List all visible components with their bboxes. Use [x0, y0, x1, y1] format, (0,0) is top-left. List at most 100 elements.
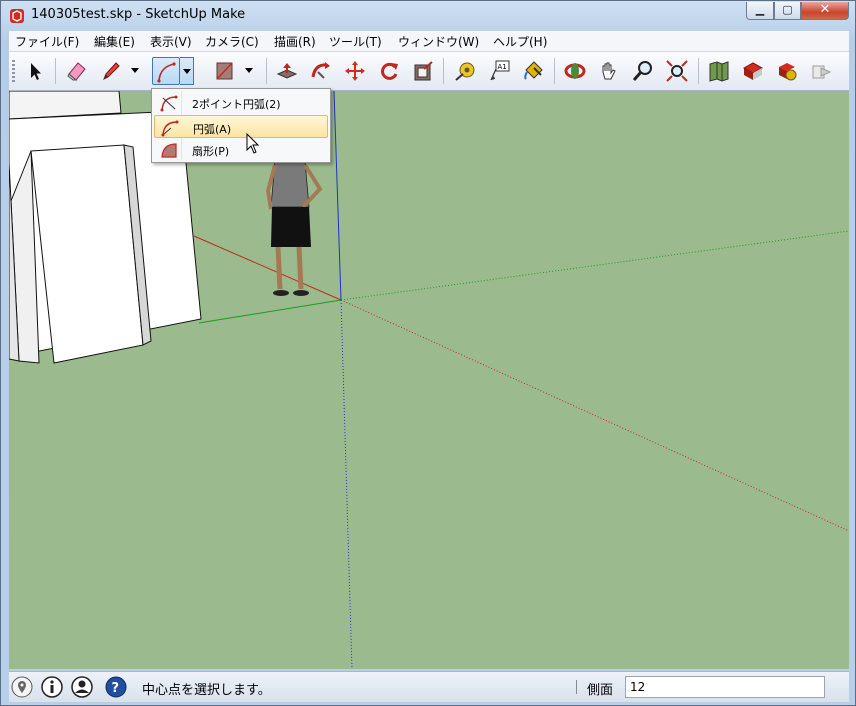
geo-location-button[interactable] [11, 676, 33, 698]
menu-help[interactable]: ヘルプ(H) [493, 33, 547, 50]
pencil-line-icon [103, 62, 120, 81]
svg-text:?: ? [112, 681, 120, 696]
rotate-icon [381, 62, 398, 80]
red-axis-negative [340, 299, 849, 532]
status-separator [576, 680, 577, 694]
sketchup-app-icon [10, 9, 24, 23]
minimize-button[interactable]: ▁ [746, 2, 774, 20]
menu-bar: ファイル(F) 編集(E) 表示(V) カメラ(C) 描画(R) ツール(T) … [9, 31, 849, 52]
menu-item-label: 円弧(A) [193, 123, 232, 136]
toolbar-separator [698, 58, 699, 84]
orbit-tool-button[interactable] [561, 57, 589, 85]
rectangle-tool-dropdown[interactable] [242, 57, 256, 85]
select-icon [31, 63, 41, 80]
menu-tools[interactable]: ツール(T) [329, 33, 382, 50]
menu-item-two-point-arc[interactable]: 2ポイント円弧(2) [154, 91, 328, 114]
measurements-input[interactable]: 12 [625, 676, 825, 698]
maximize-button[interactable]: ▢ [774, 2, 801, 20]
arc-icon [161, 120, 179, 137]
select-tool-button[interactable] [21, 57, 49, 85]
menu-edit[interactable]: 編集(E) [94, 33, 135, 50]
layout-send-button[interactable] [807, 57, 835, 85]
3d-viewport[interactable] [9, 91, 849, 669]
line-tool-dropdown[interactable] [128, 57, 142, 85]
green-axis-negative [340, 230, 849, 301]
info-icon [41, 676, 63, 698]
push-pull-icon [276, 63, 298, 79]
offset-icon [414, 61, 433, 81]
text-tool-button[interactable]: A1 [485, 57, 513, 85]
arc-tool-dropdown[interactable] [180, 57, 194, 85]
chevron-down-icon [183, 69, 191, 74]
arc-tool-menu: 2ポイント円弧(2) 円弧(A) 扇形(P) [151, 88, 331, 163]
menu-window[interactable]: ウィンドウ(W) [398, 33, 479, 50]
blue-axis-negative [340, 299, 353, 669]
line-tool-button[interactable] [97, 57, 125, 85]
menu-camera[interactable]: カメラ(C) [205, 33, 259, 50]
paint-bucket-icon [524, 61, 543, 80]
scene-canvas [9, 91, 849, 669]
push-pull-tool-button[interactable] [273, 57, 301, 85]
toolbar-grip[interactable] [12, 60, 15, 82]
toolbar-separator [266, 58, 267, 84]
follow-me-icon [311, 62, 330, 79]
zoom-extents-tool-button[interactable] [663, 57, 691, 85]
credits-button[interactable] [41, 676, 63, 698]
arc-tool-button[interactable] [152, 57, 180, 85]
blue-axis [333, 91, 342, 301]
menu-draw[interactable]: 描画(R) [274, 33, 316, 50]
chevron-down-icon [245, 68, 253, 73]
share-model-icon [779, 63, 797, 81]
menu-item-arc[interactable]: 円弧(A) [154, 115, 328, 138]
layout-send-icon [812, 65, 832, 79]
orbit-icon [564, 63, 586, 79]
text-icon: A1 [490, 60, 510, 81]
offset-tool-button[interactable] [409, 57, 437, 85]
toolbar-separator [554, 58, 555, 84]
zoom-icon [632, 61, 652, 81]
paint-bucket-tool-button[interactable] [519, 57, 547, 85]
title-bar: 140305test.skp - SketchUp Make ▁ ▢ ✕ [1, 1, 855, 31]
follow-me-tool-button[interactable] [307, 57, 335, 85]
move-tool-button[interactable] [341, 57, 369, 85]
status-hint: 中心点を選択します。 [142, 683, 271, 698]
sketchup-window: 140305test.skp - SketchUp Make ▁ ▢ ✕ ファイ… [0, 0, 856, 706]
green-axis [198, 299, 342, 324]
zoom-extents-icon [666, 60, 688, 82]
zoom-tool-button[interactable] [629, 57, 657, 85]
mouse-cursor-icon [246, 133, 260, 154]
pan-icon [602, 62, 616, 80]
red-axis [193, 235, 342, 301]
large-toolset-toolbar: A1 [9, 52, 849, 91]
window-title: 140305test.skp - SketchUp Make [31, 7, 246, 22]
eraser-tool-button[interactable] [63, 57, 91, 85]
rectangle-icon [216, 62, 233, 80]
tape-measure-icon [455, 62, 475, 81]
toolbar-separator [443, 58, 444, 84]
menu-item-pie[interactable]: 扇形(P) [154, 138, 328, 161]
pan-tool-button[interactable] [595, 57, 623, 85]
status-bar: ? 中心点を選択します。 側面 12 [9, 671, 849, 702]
menu-file[interactable]: ファイル(F) [15, 33, 79, 50]
two-point-arc-icon [160, 95, 178, 112]
chevron-down-icon [131, 68, 139, 73]
tape-measure-tool-button[interactable] [451, 57, 479, 85]
text-tool-label: A1 [498, 63, 507, 71]
3d-warehouse-button[interactable] [705, 57, 733, 85]
sign-in-button[interactable] [71, 676, 93, 698]
geo-location-icon [11, 676, 33, 698]
menu-item-label: 2ポイント円弧(2) [192, 98, 281, 111]
rectangle-tool-button[interactable] [210, 57, 238, 85]
extension-warehouse-button[interactable] [739, 57, 767, 85]
share-model-button[interactable] [773, 57, 801, 85]
measurements-label: 側面 [587, 683, 614, 698]
toolbar-separator [55, 58, 56, 84]
3d-warehouse-icon [709, 61, 729, 82]
close-button[interactable]: ✕ [801, 2, 849, 20]
pie-icon [161, 143, 177, 158]
arc-icon [157, 62, 176, 83]
move-icon [345, 61, 365, 81]
rotate-tool-button[interactable] [375, 57, 403, 85]
instructor-button[interactable]: ? [105, 676, 127, 698]
menu-view[interactable]: 表示(V) [150, 33, 192, 50]
